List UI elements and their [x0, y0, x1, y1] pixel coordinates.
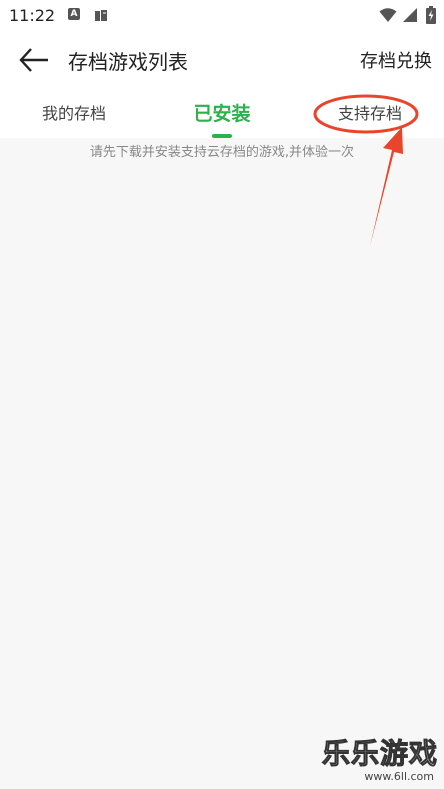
tab-bar: 我的存档 已安装 支持存档: [0, 88, 444, 138]
signal-icon: [402, 7, 418, 27]
active-tab-indicator: [212, 134, 232, 138]
tab-my-saves[interactable]: 我的存档: [0, 88, 148, 138]
battery-charging-icon: [426, 6, 436, 28]
a-badge-icon: A: [68, 8, 80, 20]
empty-state-hint: 请先下载并安装支持云存档的游戏,并体验一次: [89, 145, 355, 160]
book-icon: [94, 8, 108, 27]
page-title: 存档游戏列表: [68, 50, 188, 74]
tab-installed[interactable]: 已安装: [148, 88, 296, 138]
watermark-title: 乐乐游戏: [321, 737, 438, 771]
status-time: 11:22: [9, 6, 56, 25]
status-bar: 11:22 A: [0, 0, 444, 32]
wifi-icon: [379, 7, 397, 27]
save-exchange-button[interactable]: 存档兑换: [360, 47, 432, 73]
watermark-url: www.6ll.com: [364, 770, 434, 783]
watermark: 乐乐游戏 www.6ll.com: [321, 732, 438, 784]
app-bar: 存档游戏列表 存档兑换: [0, 32, 444, 88]
tab-save-supported[interactable]: 支持存档: [296, 88, 444, 138]
arrow-left-icon[interactable]: [18, 46, 50, 74]
